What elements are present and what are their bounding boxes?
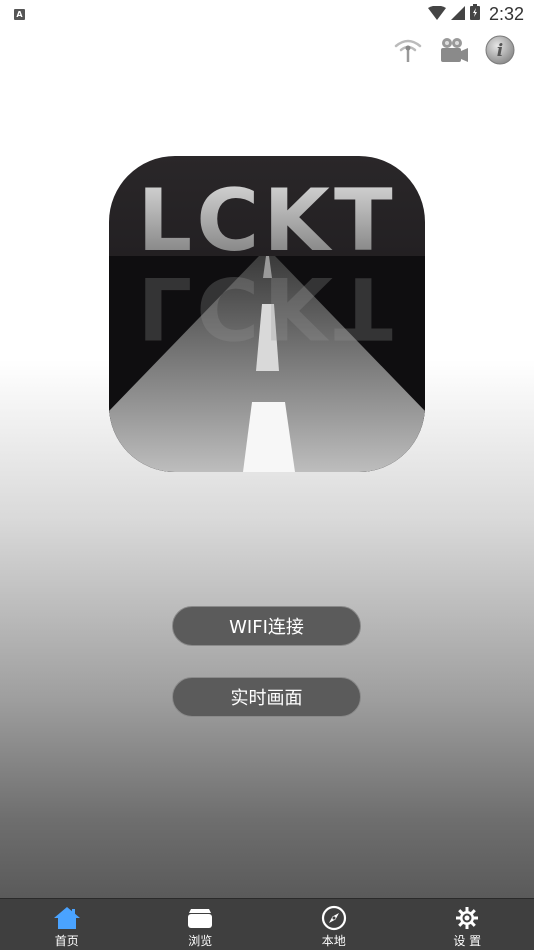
tab-settings[interactable]: 设 置 [401, 899, 534, 950]
clock: 2:32 [488, 3, 524, 24]
cell-signal-icon [450, 5, 465, 24]
status-bar: A 2:32 [0, 0, 534, 28]
top-actions: i [392, 34, 516, 66]
tab-local[interactable]: 本地 [267, 899, 401, 950]
info-icon[interactable]: i [484, 34, 516, 66]
wifi-signal-icon [427, 5, 446, 24]
tab-browse[interactable]: 浏览 [134, 899, 268, 950]
svg-text:i: i [497, 41, 503, 61]
live-view-button[interactable]: 实时画面 [172, 677, 361, 717]
logo-text: LCKT [109, 178, 425, 264]
battery-icon [469, 4, 480, 24]
home-icon [53, 905, 81, 931]
gear-icon [453, 905, 481, 931]
tab-home[interactable]: 首页 [0, 899, 134, 950]
tab-settings-label: 设 置 [453, 934, 482, 948]
tab-local-label: 本地 [321, 934, 346, 948]
notification-a-icon: A [14, 8, 25, 20]
app-logo: LCKT LCKT [109, 156, 425, 472]
wifi-antenna-icon[interactable] [392, 34, 424, 66]
folder-icon [186, 905, 214, 931]
video-camera-icon[interactable] [438, 34, 470, 66]
compass-icon [320, 905, 348, 931]
bottom-tab-bar: 首页 浏览 本地 设 置 [0, 898, 534, 950]
tab-home-label: 首页 [54, 934, 79, 948]
tab-browse-label: 浏览 [188, 934, 213, 948]
status-right: 2:32 [427, 3, 524, 25]
wifi-connect-button[interactable]: WIFI连接 [172, 606, 361, 646]
